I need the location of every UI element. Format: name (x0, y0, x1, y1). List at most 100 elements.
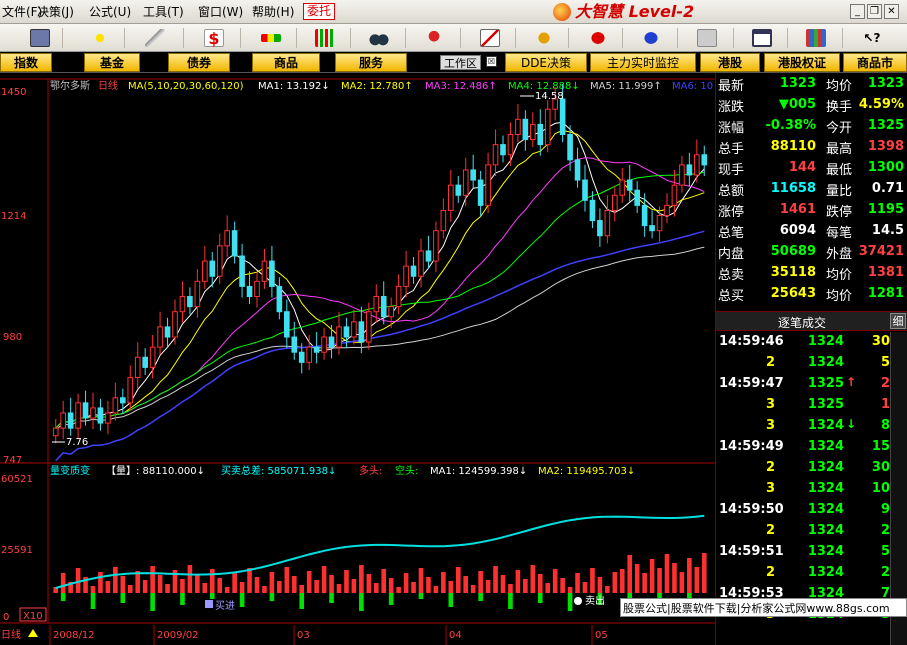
volume-ma1: MA1: 124599.398↓ (430, 466, 527, 477)
toolbar-separator (568, 28, 569, 48)
alert-button[interactable] (420, 27, 448, 49)
volume-bar-long (180, 579, 185, 593)
crosshair-button[interactable] (86, 27, 114, 49)
volume-bar-long (127, 585, 133, 593)
notes-button[interactable] (693, 27, 721, 49)
menu-window[interactable]: 窗口(W) (198, 4, 243, 20)
info-icon (641, 29, 661, 47)
keyboard-button[interactable] (26, 27, 54, 49)
tab-index[interactable]: 指数 (0, 53, 52, 72)
restore-icon[interactable]: ❐ (867, 4, 882, 19)
quote-row: 涨幅 -0.38% 今开 1325 (716, 115, 907, 136)
quote-label: 量比 (826, 184, 853, 199)
entrust-button[interactable]: 委托 (303, 3, 335, 20)
books-button[interactable] (802, 27, 830, 49)
trade-row[interactable]: 14:59:51 1324 5 (716, 542, 907, 563)
quote-value: 35118 (770, 265, 816, 280)
info-button[interactable] (637, 27, 665, 49)
candle-body (142, 356, 148, 368)
volume-bar-long (277, 581, 282, 593)
candle-body (224, 230, 230, 247)
volume-bar-long (224, 587, 230, 593)
toolbar-separator (677, 28, 678, 48)
tab-fund[interactable]: 基金 (84, 53, 140, 72)
volume-tick: 60521 (1, 474, 33, 485)
tab-hk-stock[interactable]: 港股 (700, 53, 760, 72)
volume-unit: X10 (23, 611, 43, 622)
ruler-button[interactable] (141, 27, 169, 49)
menu-tools[interactable]: 工具(T) (143, 4, 184, 20)
lights-button[interactable] (257, 27, 285, 49)
trade-row[interactable]: 14:59:49 1324 15 (716, 437, 907, 458)
volume-bar-short (60, 593, 66, 601)
tab-dde[interactable]: DDE决策 (505, 53, 587, 72)
candle-body (105, 412, 111, 424)
tab-hk-warrant[interactable]: 港股权证 (764, 53, 840, 72)
candle-body (619, 179, 626, 196)
toolbar-separator (405, 28, 406, 48)
candle-body (380, 296, 387, 318)
dollar-button[interactable]: $ (200, 27, 228, 49)
trade-detail-button[interactable]: 细 (890, 313, 906, 329)
candle-body (127, 377, 134, 404)
menu-decision[interactable]: 决策(J) (37, 4, 74, 20)
candle-body (149, 346, 156, 368)
volume-bar-long (634, 564, 640, 593)
trade-time: 2 (766, 523, 776, 538)
tab-bond[interactable]: 债券 (168, 53, 230, 72)
workzone-dropdown-icon[interactable]: ☒ (486, 56, 497, 67)
toolbar-separator (183, 28, 184, 48)
candle-body (112, 397, 119, 414)
volume-bar-long (508, 584, 513, 593)
binoculars-icon (369, 29, 389, 47)
tab-capital-monitor[interactable]: 主力实时监控 (590, 53, 696, 72)
tab-commodity[interactable]: 商品 (252, 53, 320, 72)
window-button[interactable] (748, 27, 776, 49)
trade-volume: 30 (871, 460, 890, 475)
candle-body (209, 260, 216, 277)
help-button[interactable]: ↖? (858, 27, 886, 49)
menu-help[interactable]: 帮助(H) (252, 4, 294, 20)
trade-row[interactable]: 2 1324 2 (716, 563, 907, 584)
volume-tick: 0 (3, 612, 9, 623)
trade-header: 逐笔成交 细 (716, 311, 907, 331)
quote-row: 总笔 6094 每笔 14.5 (716, 220, 907, 241)
news-button[interactable] (584, 27, 612, 49)
trade-volume: 2 (880, 523, 890, 538)
trade-price: 1324 (807, 544, 844, 559)
quote-label: 涨跌 (718, 100, 745, 115)
minimize-icon[interactable]: _ (850, 4, 865, 19)
chart-background (0, 73, 715, 645)
trade-row[interactable]: 3 1324 ↓ 8 (716, 416, 907, 437)
trade-row[interactable]: 2 1324 2 (716, 521, 907, 542)
crosshair-icon (90, 29, 110, 47)
candle-body (626, 179, 633, 191)
workzone-label[interactable]: 工作区 (440, 55, 481, 70)
diamond-button[interactable] (530, 27, 558, 49)
kline-chart[interactable]: 鄂尔多斯 日线 MA(5,10,20,30,60,120) MA1: 13.19… (0, 73, 715, 645)
trade-price: 1324 (807, 565, 844, 580)
close-icon[interactable]: ✕ (884, 4, 899, 19)
volume-bar-long (627, 555, 633, 593)
news-icon (588, 29, 608, 47)
trade-row[interactable]: 2 1324 5 (716, 353, 907, 374)
volume-bar-long (113, 567, 118, 593)
tab-service[interactable]: 服务 (335, 53, 407, 72)
trade-price: 1324 (807, 418, 844, 433)
trade-row[interactable]: 3 1325 1 (716, 395, 907, 416)
chart-button[interactable] (476, 27, 504, 49)
trade-row[interactable]: 3 1324 10 (716, 479, 907, 500)
candle-body (75, 402, 81, 429)
bars-button[interactable] (311, 27, 339, 49)
period-tab[interactable]: 日线 (1, 628, 21, 641)
trade-row[interactable]: 2 1324 30 (716, 458, 907, 479)
quote-value: 1381 (867, 265, 904, 280)
trade-price: 1325 (807, 397, 844, 412)
binoculars-button[interactable] (365, 27, 393, 49)
menu-formula[interactable]: 公式(U) (89, 4, 131, 20)
trade-row[interactable]: 14:59:50 1324 9 (716, 500, 907, 521)
trade-row[interactable]: 14:59:46 1324 30 (716, 332, 907, 353)
tab-commodity-market[interactable]: 商品市 (843, 53, 907, 72)
trade-row[interactable]: 14:59:47 1325 ↑ 2 (716, 374, 907, 395)
watermark-banner: 股票公式|股票软件下载|分析家公式网www.88gs.com (620, 598, 907, 617)
